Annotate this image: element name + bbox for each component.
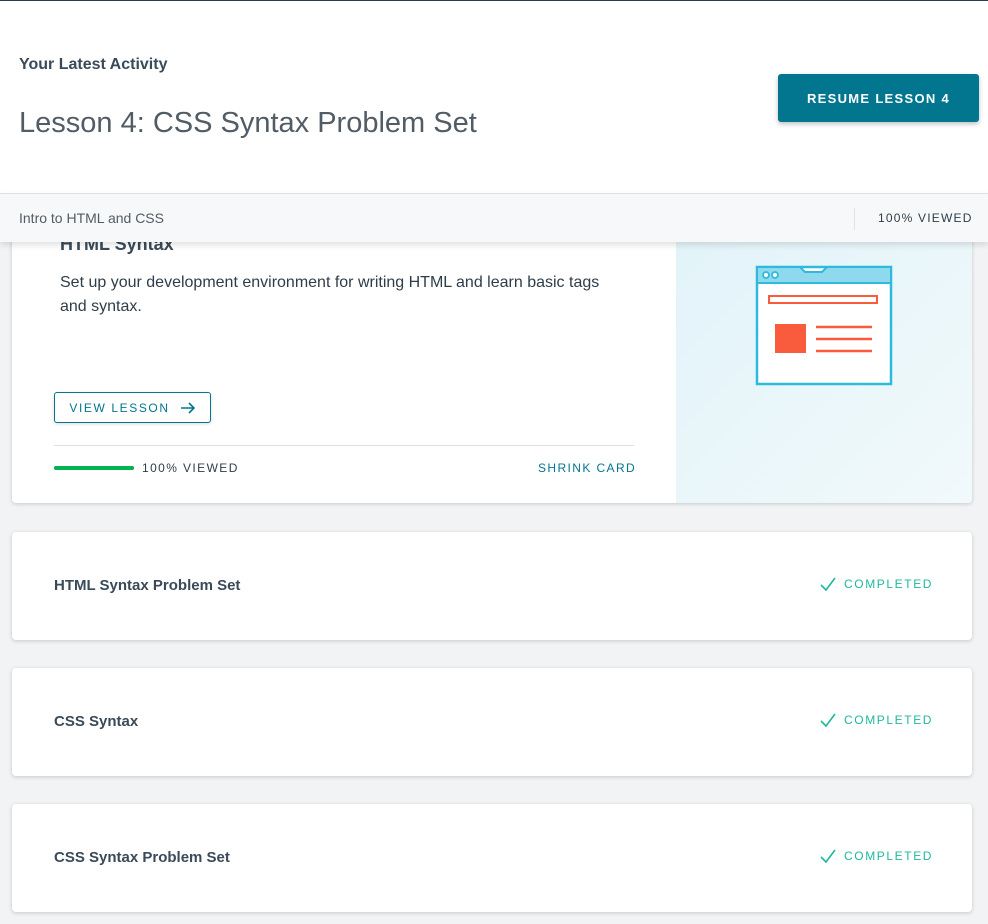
lesson-progress-fill xyxy=(54,466,134,470)
check-icon xyxy=(820,577,836,592)
course-viewed-status: 100% VIEWED xyxy=(878,211,973,225)
lesson-viewed-status: 100% VIEWED xyxy=(142,461,239,475)
lesson-card-title: HTML Syntax Problem Set xyxy=(54,577,241,594)
lesson-card-title: CSS Syntax xyxy=(54,713,139,730)
latest-activity-label: Your Latest Activity xyxy=(19,56,168,73)
completed-status: COMPLETED xyxy=(820,576,933,592)
check-icon xyxy=(820,713,836,728)
lesson-card-description: Set up your development environment for … xyxy=(60,274,600,315)
divider xyxy=(854,208,855,230)
lesson-card-title: CSS Syntax Problem Set xyxy=(54,849,230,866)
completed-status: COMPLETED xyxy=(820,712,933,728)
latest-activity-header: Your Latest Activity Lesson 4: CSS Synta… xyxy=(0,0,988,193)
course-name: Intro to HTML and CSS xyxy=(19,210,164,226)
completed-label: COMPLETED xyxy=(844,713,934,727)
completed-label: COMPLETED xyxy=(844,849,934,863)
lesson-illustration-panel xyxy=(676,200,972,503)
lesson-title: Lesson 4: CSS Syntax Problem Set xyxy=(19,107,477,139)
view-lesson-button[interactable]: VIEW LESSON xyxy=(54,392,211,423)
lesson-card[interactable]: CSS Syntax COMPLETED xyxy=(12,668,972,776)
check-icon xyxy=(820,849,836,864)
lesson-progress-bar xyxy=(54,466,134,470)
lesson-card[interactable]: HTML Syntax Problem Set COMPLETED xyxy=(12,532,972,640)
arrow-right-icon xyxy=(180,401,195,414)
lesson-card-expanded: HTML Syntax Set up your development envi… xyxy=(12,200,972,503)
browser-window-illustration xyxy=(755,265,893,386)
completed-status: COMPLETED xyxy=(820,848,933,864)
course-progress-bar: Intro to HTML and CSS 100% VIEWED xyxy=(0,193,988,242)
shrink-card-link[interactable]: SHRINK CARD xyxy=(538,461,636,475)
divider xyxy=(54,445,634,446)
resume-lesson-button[interactable]: RESUME LESSON 4 xyxy=(778,74,979,122)
lesson-card[interactable]: CSS Syntax Problem Set COMPLETED xyxy=(12,804,972,912)
view-lesson-label: VIEW LESSON xyxy=(69,400,170,415)
completed-label: COMPLETED xyxy=(844,577,934,591)
